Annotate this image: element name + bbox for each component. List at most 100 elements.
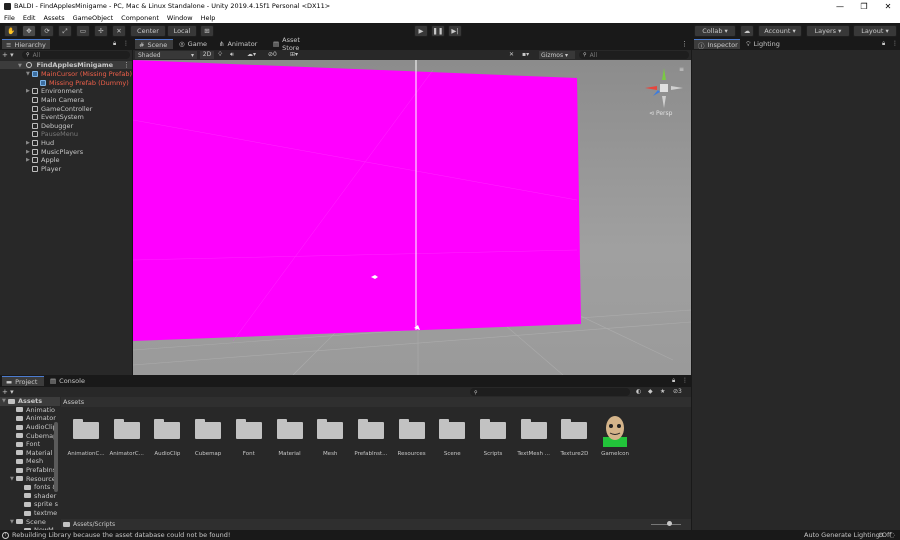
project-tree-item[interactable]: PrefabIns — [0, 466, 60, 475]
hand-tool-button[interactable]: ✋ — [4, 25, 18, 37]
menu-file[interactable]: File — [0, 14, 19, 22]
menu-window[interactable]: Window — [163, 14, 197, 22]
minimize-button[interactable]: — — [828, 0, 852, 12]
create-asset-button[interactable]: + ▾ — [2, 388, 16, 396]
rotate-tool-button[interactable]: ⟳ — [40, 25, 54, 37]
camera-dropdown[interactable]: ▪▾ — [522, 51, 538, 59]
icon-size-slider[interactable] — [651, 524, 681, 525]
menu-assets[interactable]: Assets — [39, 14, 68, 22]
asset-folder[interactable]: AnimationC... — [66, 415, 106, 461]
asset-folder[interactable]: AudioClip — [147, 415, 187, 461]
asset-folder[interactable]: PrefabInst... — [351, 415, 391, 461]
transform-tool-button[interactable]: ✢ — [94, 25, 108, 37]
pause-button[interactable]: ❚❚ — [431, 25, 445, 37]
hierarchy-item[interactable]: ▶ Hud — [0, 139, 132, 148]
hierarchy-item[interactable]: Missing Prefab (Dummy) — [0, 79, 132, 88]
asset-folder[interactable]: AnimatorC... — [107, 415, 147, 461]
gizmo-lock-icon[interactable]: ≡ — [679, 66, 684, 73]
project-tree-item[interactable]: Font — [0, 440, 60, 449]
kebab-menu-icon[interactable]: ⋮ — [123, 61, 130, 69]
project-tree-item[interactable]: ▼ Scene — [0, 517, 60, 526]
tab-hierarchy[interactable]: ≡ Hierarchy — [2, 39, 50, 49]
asset-folder[interactable]: TextMesh ... — [514, 415, 554, 461]
tab-inspector[interactable]: ⓘ Inspector — [694, 39, 740, 50]
project-tree-item[interactable]: fonts & — [0, 483, 60, 492]
hierarchy-item[interactable]: ▶ Environment — [0, 87, 132, 96]
tab-console[interactable]: ▤ Console — [46, 376, 88, 386]
menu-component[interactable]: Component — [117, 14, 163, 22]
asset-texture[interactable]: GameIcon — [595, 415, 635, 461]
kebab-menu-icon[interactable]: ⋮ — [892, 40, 898, 47]
asset-folder[interactable]: Scripts — [473, 415, 513, 461]
project-search-input[interactable]: ⚲ — [470, 388, 630, 396]
custom-tool-button[interactable]: ✕ — [112, 25, 126, 37]
project-tree-item[interactable]: Mesh — [0, 457, 60, 466]
grid-dropdown[interactable]: ⊞▾ — [290, 51, 308, 59]
menu-gameobject[interactable]: GameObject — [69, 14, 118, 22]
project-tree-item[interactable]: shader — [0, 492, 60, 501]
tab-game[interactable]: ◎ Game — [175, 39, 213, 49]
hierarchy-item[interactable]: Player — [0, 165, 132, 174]
kebab-menu-icon[interactable]: ⋮ — [681, 40, 688, 48]
pivot-center-button[interactable]: Center — [130, 25, 166, 37]
step-button[interactable]: ▶| — [448, 25, 462, 37]
hierarchy-search-input[interactable]: ⚲ All — [22, 51, 130, 59]
close-button[interactable]: ✕ — [876, 0, 900, 12]
scene-root-row[interactable]: ▼ FindApplesMinigame ⋮ — [0, 61, 132, 69]
maximize-button[interactable]: ❐ — [852, 0, 876, 12]
icon-size-slider-handle[interactable] — [667, 521, 672, 526]
tab-project[interactable]: ▬ Project — [2, 376, 44, 386]
project-tree-item[interactable]: Material — [0, 449, 60, 458]
asset-folder[interactable]: Texture2D — [554, 415, 594, 461]
effects-dropdown[interactable]: ☁▾ — [247, 51, 261, 59]
lock-icon[interactable]: 🔒︎ — [113, 40, 116, 48]
shading-mode-dropdown[interactable]: Shaded ▾ — [135, 51, 197, 59]
cloud-button[interactable]: ☁ — [740, 25, 754, 37]
hidden-objects-toggle[interactable]: ⊘0 — [268, 51, 288, 59]
hierarchy-item[interactable]: PauseMenu — [0, 130, 132, 139]
hierarchy-item[interactable]: EventSystem — [0, 113, 132, 122]
scale-tool-button[interactable]: ⤢ — [58, 25, 72, 37]
tools-button[interactable]: ✕ — [509, 51, 519, 59]
project-tree-item[interactable]: Cubemap — [0, 431, 60, 440]
audio-toggle[interactable]: 🔊︎ — [230, 51, 244, 59]
persp-label[interactable]: ⊲ Persp — [649, 110, 672, 117]
hierarchy-item[interactable]: ▼ MainCursor (Missing Prefab) — [0, 70, 132, 79]
scene-viewport[interactable]: ⊲ Persp ≡ — [133, 60, 691, 375]
lighting-toggle[interactable]: 💡︎ — [218, 51, 228, 59]
project-tree-item[interactable]: ▼ Resource — [0, 474, 60, 483]
project-tree-item[interactable]: textme — [0, 509, 60, 518]
lock-icon[interactable]: 🔒︎ — [672, 377, 675, 385]
2d-toggle[interactable]: 2D — [200, 51, 214, 59]
star-icon[interactable]: ★ — [660, 388, 665, 395]
project-tree-item[interactable]: AudioClip — [0, 423, 60, 432]
asset-folder[interactable]: Mesh — [310, 415, 350, 461]
asset-folder[interactable]: Material — [270, 415, 310, 461]
kebab-menu-icon[interactable]: ⋮ — [123, 40, 129, 47]
hidden-packages-toggle[interactable]: ⊘3 — [673, 388, 682, 395]
menu-help[interactable]: Help — [197, 14, 220, 22]
hierarchy-item[interactable]: GameController — [0, 104, 132, 113]
project-tree-item[interactable]: ▼ Assets — [0, 397, 60, 406]
pivot-local-button[interactable]: Local — [167, 25, 197, 37]
account-dropdown[interactable]: Account ▾ — [758, 25, 802, 37]
project-tree-item[interactable]: Animator — [0, 414, 60, 423]
tab-scene[interactable]: # Scene — [135, 39, 173, 49]
rect-tool-button[interactable]: ▭ — [76, 25, 90, 37]
hierarchy-item[interactable]: Main Camera — [0, 96, 132, 105]
play-button[interactable]: ▶ — [414, 25, 428, 37]
layers-dropdown[interactable]: Layers ▾ — [806, 25, 850, 37]
snap-button[interactable]: ⊞ — [200, 25, 214, 37]
search-by-label-icon[interactable]: ◆ — [648, 388, 653, 395]
collab-dropdown[interactable]: Collab ▾ — [694, 25, 736, 37]
project-tree-item[interactable]: sprite s — [0, 500, 60, 509]
tree-scrollbar[interactable] — [54, 422, 58, 492]
asset-folder[interactable]: Scene — [432, 415, 472, 461]
breadcrumb-assets[interactable]: Assets — [63, 398, 84, 406]
scene-search-input[interactable]: ⚲ All — [579, 51, 689, 59]
gizmos-dropdown[interactable]: Gizmos ▾ — [539, 51, 575, 59]
project-tree-item[interactable]: Animatio — [0, 406, 60, 415]
move-tool-button[interactable]: ✥ — [22, 25, 36, 37]
search-by-type-icon[interactable]: ◐ — [636, 388, 641, 395]
lock-icon[interactable]: 🔒︎ — [882, 40, 885, 48]
